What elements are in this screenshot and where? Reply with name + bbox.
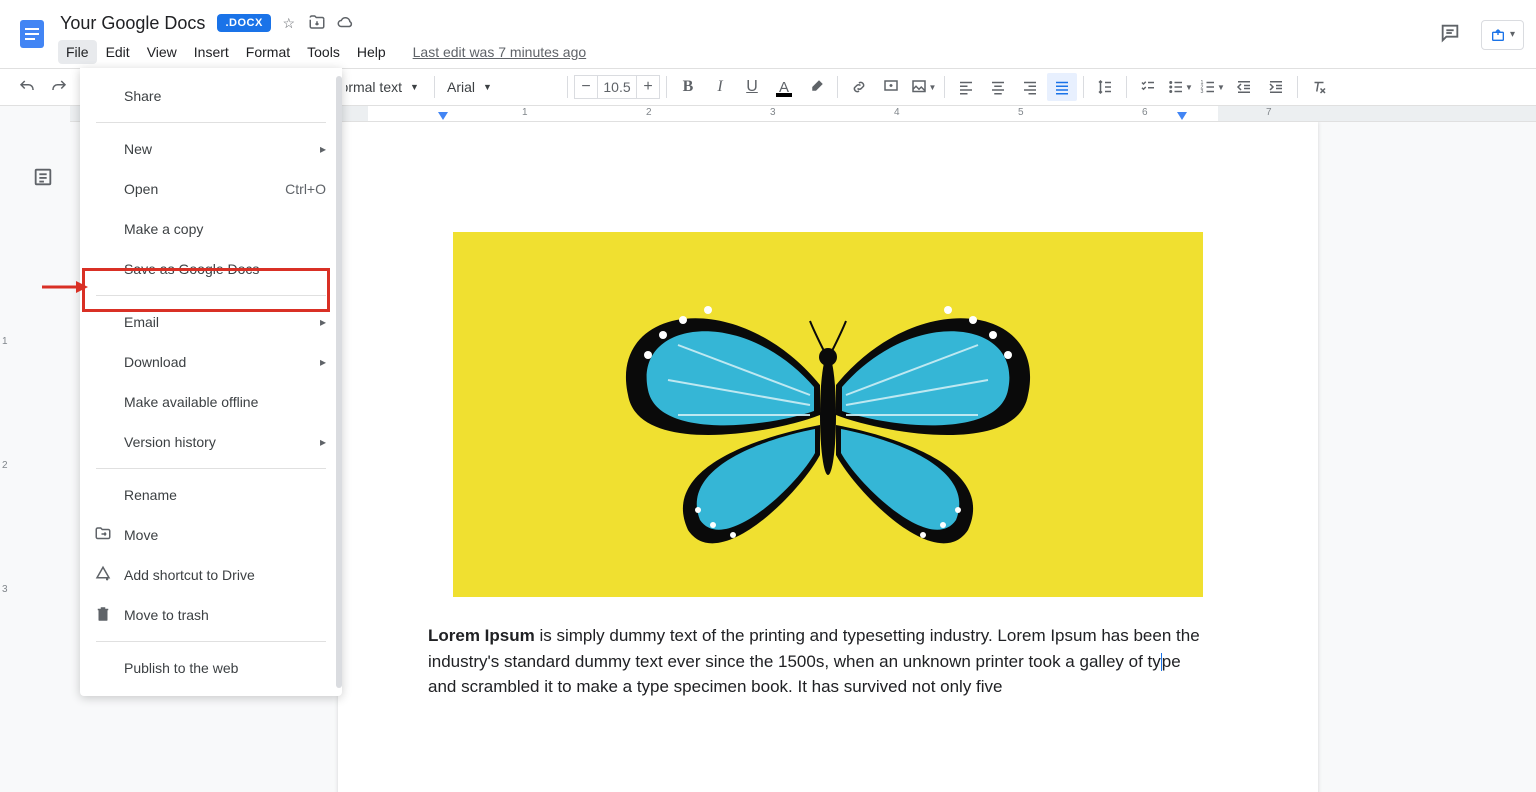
bulleted-list-button[interactable]: ▼ xyxy=(1165,73,1195,101)
document-paragraph[interactable]: Lorem Ipsum is simply dummy text of the … xyxy=(428,623,1203,700)
menu-format[interactable]: Format xyxy=(238,40,298,64)
shortcut-label: Ctrl+O xyxy=(285,181,326,197)
menu-item-open[interactable]: OpenCtrl+O xyxy=(80,169,342,209)
insert-link-button[interactable] xyxy=(844,73,874,101)
highlight-color-button[interactable] xyxy=(801,73,831,101)
menu-item-move[interactable]: Move xyxy=(80,515,342,555)
comments-icon[interactable] xyxy=(1431,14,1469,55)
move-icon xyxy=(94,525,114,546)
menu-item-save-as-google-docs[interactable]: Save as Google Docs xyxy=(80,249,342,289)
align-right-button[interactable] xyxy=(1015,73,1045,101)
outline-icon[interactable] xyxy=(32,166,54,191)
line-spacing-button[interactable] xyxy=(1090,73,1120,101)
insert-image-button[interactable]: ▼ xyxy=(908,73,938,101)
menu-item-rename[interactable]: Rename xyxy=(80,475,342,515)
chevron-right-icon: ▸ xyxy=(320,142,326,156)
redo-button[interactable] xyxy=(44,73,74,101)
align-center-button[interactable] xyxy=(983,73,1013,101)
chevron-right-icon: ▸ xyxy=(320,355,326,369)
font-size-decrease[interactable]: − xyxy=(574,75,598,99)
increase-indent-button[interactable] xyxy=(1261,73,1291,101)
menu-insert[interactable]: Insert xyxy=(186,40,237,64)
last-edit-link[interactable]: Last edit was 7 minutes ago xyxy=(413,44,587,60)
decrease-indent-button[interactable] xyxy=(1229,73,1259,101)
checklist-button[interactable] xyxy=(1133,73,1163,101)
annotation-arrow-icon xyxy=(42,275,88,295)
menu-view[interactable]: View xyxy=(139,40,185,64)
menu-item-new[interactable]: New▸ xyxy=(80,129,342,169)
menu-tools[interactable]: Tools xyxy=(299,40,348,64)
chevron-right-icon: ▸ xyxy=(320,315,326,329)
chevron-right-icon: ▸ xyxy=(320,435,326,449)
vertical-ruler: 1 2 3 xyxy=(2,140,16,792)
menu-item-version-history[interactable]: Version history▸ xyxy=(80,422,342,462)
app-header: Your Google Docs .DOCX ☆ File Edit View … xyxy=(0,0,1536,68)
svg-text:3: 3 xyxy=(1201,89,1204,95)
text-color-button[interactable]: A xyxy=(769,73,799,101)
inline-image[interactable] xyxy=(453,232,1203,597)
document-page[interactable]: Lorem Ipsum is simply dummy text of the … xyxy=(338,122,1318,792)
docx-badge: .DOCX xyxy=(217,14,270,32)
cloud-status-icon[interactable] xyxy=(335,13,355,34)
font-size-increase[interactable]: + xyxy=(636,75,660,99)
underline-button[interactable]: U xyxy=(737,73,767,101)
align-left-button[interactable] xyxy=(951,73,981,101)
font-size-value[interactable]: 10.5 xyxy=(598,75,636,99)
menu-file[interactable]: File xyxy=(58,40,97,64)
menu-item-add-shortcut[interactable]: Add shortcut to Drive xyxy=(80,555,342,595)
menu-item-publish[interactable]: Publish to the web xyxy=(80,648,342,688)
clear-formatting-button[interactable] xyxy=(1304,73,1334,101)
title-area: Your Google Docs .DOCX ☆ File Edit View … xyxy=(56,8,1431,66)
drive-shortcut-icon xyxy=(94,565,114,586)
document-title[interactable]: Your Google Docs xyxy=(56,11,209,36)
share-button[interactable]: ▾ xyxy=(1481,20,1524,50)
insert-comment-button[interactable] xyxy=(876,73,906,101)
italic-button[interactable]: I xyxy=(705,73,735,101)
align-justify-button[interactable] xyxy=(1047,73,1077,101)
menu-help[interactable]: Help xyxy=(349,40,394,64)
move-folder-icon[interactable] xyxy=(307,13,327,34)
left-sidebar: 1 2 3 xyxy=(0,106,70,792)
numbered-list-button[interactable]: 123▼ xyxy=(1197,73,1227,101)
menu-item-email[interactable]: Email▸ xyxy=(80,302,342,342)
bold-button[interactable]: B xyxy=(673,73,703,101)
font-family-select[interactable]: Arial▼ xyxy=(441,73,561,101)
docs-logo-icon[interactable] xyxy=(12,8,52,60)
file-menu-dropdown: Share New▸ OpenCtrl+O Make a copy Save a… xyxy=(80,68,342,696)
menu-edit[interactable]: Edit xyxy=(98,40,138,64)
menu-item-trash[interactable]: Move to trash xyxy=(80,595,342,635)
paragraph-style-select[interactable]: Normal text▼ xyxy=(340,73,428,101)
undo-button[interactable] xyxy=(12,73,42,101)
trash-icon xyxy=(94,605,114,626)
menu-item-download[interactable]: Download▸ xyxy=(80,342,342,382)
star-icon[interactable]: ☆ xyxy=(279,15,299,32)
menu-item-offline[interactable]: Make available offline xyxy=(80,382,342,422)
menu-item-share[interactable]: Share xyxy=(80,76,342,116)
menu-item-make-copy[interactable]: Make a copy xyxy=(80,209,342,249)
